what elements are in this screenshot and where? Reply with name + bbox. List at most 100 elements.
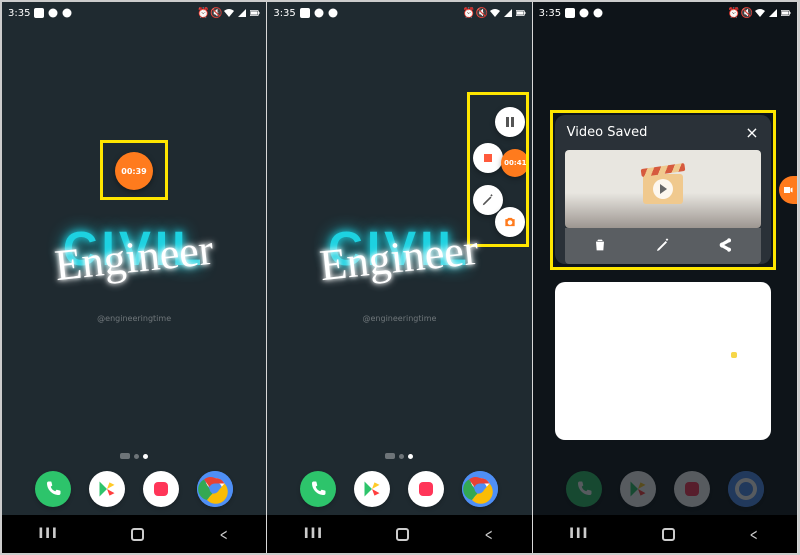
nav-recent-button[interactable]: III [304,526,324,542]
messenger-icon [328,8,338,18]
camera-app-icon[interactable] [143,471,179,507]
wifi-icon [490,8,500,18]
nav-recent-button[interactable]: III [569,526,589,542]
wallpaper-text: CIVIL Engineer @engineeringtime [2,222,266,277]
nav-home-button[interactable] [396,528,409,541]
wifi-icon [224,8,234,18]
play-store-icon[interactable] [354,471,390,507]
page-indicator [385,453,413,459]
edit-button[interactable] [654,236,672,254]
chat-icon [48,8,58,18]
wallpaper-text: CIVIL Engineer @engineeringtime [267,222,531,277]
chrome-app-icon[interactable] [462,471,498,507]
page-indicator [120,453,148,459]
nav-back-button[interactable]: < [219,525,227,544]
sparkle-icon [731,352,737,358]
gallery-icon [565,8,575,18]
camera-app-icon[interactable] [408,471,444,507]
nav-back-button[interactable]: < [750,525,758,544]
wallpaper-line1: CIVIL [2,222,266,277]
alarm-icon: ⏰ [729,8,739,18]
card-header: Video Saved × [555,115,771,150]
pause-button[interactable] [495,107,525,137]
phone-app-icon[interactable] [566,471,602,507]
video-icon [782,184,794,196]
page-dot [399,454,404,459]
status-time: 3:35 [539,8,561,19]
card-action-row [565,228,761,264]
camera-button[interactable] [495,207,525,237]
alarm-icon: ⏰ [198,8,208,18]
status-left: 3:35 [273,8,337,19]
battery-icon [781,8,791,18]
video-thumbnail[interactable] [565,150,761,228]
nav-home-button[interactable] [662,528,675,541]
messenger-icon [62,8,72,18]
play-icon [653,179,673,199]
card-title: Video Saved [567,125,648,140]
page-dot-active [143,454,148,459]
chrome-app-icon[interactable] [728,471,764,507]
status-bar: 3:35 ⏰ 🔇 [2,2,266,24]
dock [2,471,266,507]
chrome-app-icon[interactable] [197,471,233,507]
close-button[interactable]: × [745,123,758,142]
status-left: 3:35 [8,8,72,19]
messenger-icon [593,8,603,18]
gallery-icon [300,8,310,18]
screenshot-panel-3: 3:35 ⏰ 🔇 Video Saved × [533,2,798,553]
wallpaper-handle: @engineeringtime [363,314,437,323]
home-indicator-icon [120,453,130,459]
mute-icon: 🔇 [742,8,752,18]
status-bar: 3:35 ⏰ 🔇 [267,2,531,24]
screenshot-panel-1: 3:35 ⏰ 🔇 00:39 CIVIL Engineer @engineeri… [2,2,267,553]
video-saved-card: Video Saved × [555,115,771,264]
wifi-icon [755,8,765,18]
status-left: 3:35 [539,8,603,19]
status-right: ⏰ 🔇 [198,8,260,18]
signal-icon [503,8,513,18]
delete-button[interactable] [591,236,609,254]
recording-timer-text: 00:39 [121,167,146,176]
nav-bar: III < [2,515,266,553]
screenshot-panel-2: 3:35 ⏰ 🔇 00:41 CIVIL Engineer @engineeri… [267,2,532,553]
wallpaper-handle: @engineeringtime [97,314,171,323]
blank-card[interactable] [555,282,771,440]
wallpaper-line2: Engineer [53,224,216,291]
alarm-icon: ⏰ [464,8,474,18]
recorder-side-tab[interactable] [779,176,797,204]
gallery-icon [34,8,44,18]
phone-app-icon[interactable] [35,471,71,507]
recording-timer-bubble[interactable]: 00:39 [115,152,153,190]
clapper-icon [643,174,683,204]
battery-icon [516,8,526,18]
recording-timer-text: 00:41 [504,159,526,167]
mute-icon: 🔇 [477,8,487,18]
nav-back-button[interactable]: < [485,525,493,544]
signal-icon [237,8,247,18]
camera-app-icon[interactable] [674,471,710,507]
status-bar: 3:35 ⏰ 🔇 [533,2,797,24]
recording-timer-bubble[interactable]: 00:41 [501,149,529,177]
page-dot-active [408,454,413,459]
wallpaper-line1: CIVIL [267,222,531,277]
dock [533,471,797,507]
play-store-icon[interactable] [620,471,656,507]
dock [267,471,531,507]
status-time: 3:35 [273,8,295,19]
status-time: 3:35 [8,8,30,19]
phone-app-icon[interactable] [300,471,336,507]
stop-button[interactable] [473,143,503,173]
play-store-icon[interactable] [89,471,125,507]
wallpaper-line2: Engineer [318,224,481,291]
signal-icon [768,8,778,18]
nav-bar: III < [533,515,797,553]
nav-recent-button[interactable]: III [38,526,58,542]
page-dot [134,454,139,459]
status-right: ⏰ 🔇 [729,8,791,18]
share-button[interactable] [716,236,734,254]
home-indicator-icon [385,453,395,459]
nav-home-button[interactable] [131,528,144,541]
nav-bar: III < [267,515,531,553]
chat-icon [579,8,589,18]
